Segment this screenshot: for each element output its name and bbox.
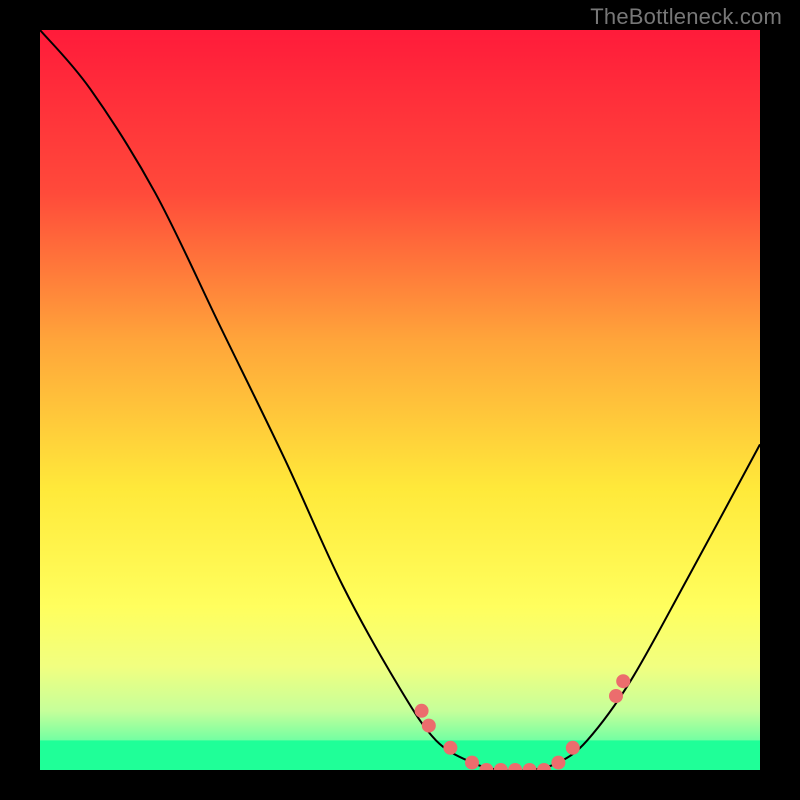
plot-area xyxy=(40,30,760,770)
optimal-band xyxy=(40,740,760,770)
curve-marker xyxy=(616,674,630,688)
curve-marker xyxy=(609,689,623,703)
curve-marker xyxy=(551,756,565,770)
chart-svg xyxy=(40,30,760,770)
chart-container: TheBottleneck.com xyxy=(0,0,800,800)
curve-marker xyxy=(415,704,429,718)
curve-marker xyxy=(566,741,580,755)
gradient-background xyxy=(40,30,760,770)
curve-marker xyxy=(443,741,457,755)
curve-marker xyxy=(465,756,479,770)
curve-marker xyxy=(422,719,436,733)
attribution-label: TheBottleneck.com xyxy=(590,4,782,30)
